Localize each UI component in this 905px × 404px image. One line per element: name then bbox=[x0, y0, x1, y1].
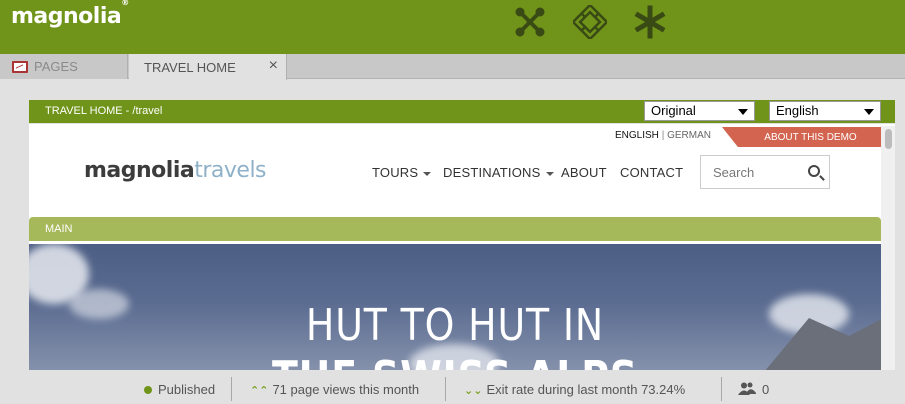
lang-english-link[interactable]: ENGLISH bbox=[615, 130, 659, 141]
exit-rate-stat: ⌄⌄ Exit rate during last month 73.24% bbox=[464, 382, 686, 397]
app-launcher-icon[interactable] bbox=[512, 4, 548, 40]
main-area-bar[interactable]: MAIN bbox=[29, 217, 881, 241]
website-preview: ENGLISH | GERMAN ABOUT THIS DEMO magnoli… bbox=[29, 124, 895, 370]
chevron-down-icon bbox=[423, 171, 432, 176]
language-switcher: ENGLISH | GERMAN bbox=[615, 130, 711, 141]
pulse-icon[interactable] bbox=[572, 4, 608, 40]
nav-about[interactable]: ABOUT bbox=[561, 165, 607, 180]
language-select[interactable]: English bbox=[769, 101, 881, 121]
top-header: magnolia® bbox=[0, 0, 905, 54]
mode-select[interactable]: Original bbox=[644, 101, 755, 121]
lang-german-link[interactable]: GERMAN bbox=[667, 130, 711, 141]
site-logo[interactable]: magnoliatravels bbox=[84, 158, 267, 183]
site-search-input[interactable]: Search bbox=[700, 155, 830, 189]
users-icon bbox=[738, 382, 756, 395]
hero-title-line2: THE SWISS ALPS bbox=[89, 352, 822, 370]
about-demo-button[interactable]: ABOUT THIS DEMO bbox=[722, 127, 881, 147]
trend-up-icon: ⌃⌃ bbox=[250, 385, 269, 397]
chevron-down-icon bbox=[864, 109, 874, 115]
nav-destinations[interactable]: DESTINATIONS bbox=[443, 165, 554, 180]
tab-pages[interactable]: PAGES bbox=[0, 54, 128, 79]
status-bar: Published ⌃⌃ 71 page views this month ⌄⌄ E… bbox=[0, 374, 905, 404]
page-preview-bar: TRAVEL HOME - /travel Original English bbox=[29, 100, 895, 123]
chevron-down-icon bbox=[738, 109, 748, 115]
hero-image: HUT TO HUT IN THE SWISS ALPS bbox=[29, 244, 881, 370]
magnolia-logo[interactable]: magnolia® bbox=[11, 0, 129, 29]
scrollbar-thumb[interactable] bbox=[885, 129, 892, 149]
chevron-down-icon bbox=[545, 171, 554, 176]
pages-icon bbox=[12, 60, 28, 73]
page-path: TRAVEL HOME - /travel bbox=[45, 105, 163, 117]
favorites-icon[interactable] bbox=[632, 4, 668, 40]
tab-travel-home-label: TRAVEL HOME bbox=[144, 59, 236, 75]
search-icon[interactable] bbox=[808, 165, 820, 177]
main-area-label: MAIN bbox=[45, 223, 73, 235]
nav-tours[interactable]: TOURS bbox=[372, 165, 432, 180]
close-icon[interactable]: × bbox=[269, 57, 278, 75]
status-dot-icon bbox=[144, 386, 152, 394]
trend-down-icon: ⌄⌄ bbox=[464, 385, 483, 397]
divider bbox=[721, 377, 722, 401]
divider bbox=[445, 377, 446, 401]
page-views-stat: ⌃⌃ 71 page views this month bbox=[250, 382, 420, 397]
tab-bar: PAGES TRAVEL HOME × bbox=[0, 54, 905, 80]
tab-pages-label: PAGES bbox=[34, 59, 78, 74]
publish-status: Published bbox=[144, 382, 215, 397]
divider bbox=[231, 377, 232, 401]
nav-contact[interactable]: CONTACT bbox=[620, 165, 683, 180]
tab-travel-home[interactable]: TRAVEL HOME × bbox=[129, 54, 287, 80]
users-stat: 0 bbox=[738, 382, 769, 397]
hero-title-line1: HUT TO HUT IN bbox=[305, 300, 605, 351]
preview-scrollbar[interactable] bbox=[881, 126, 895, 370]
